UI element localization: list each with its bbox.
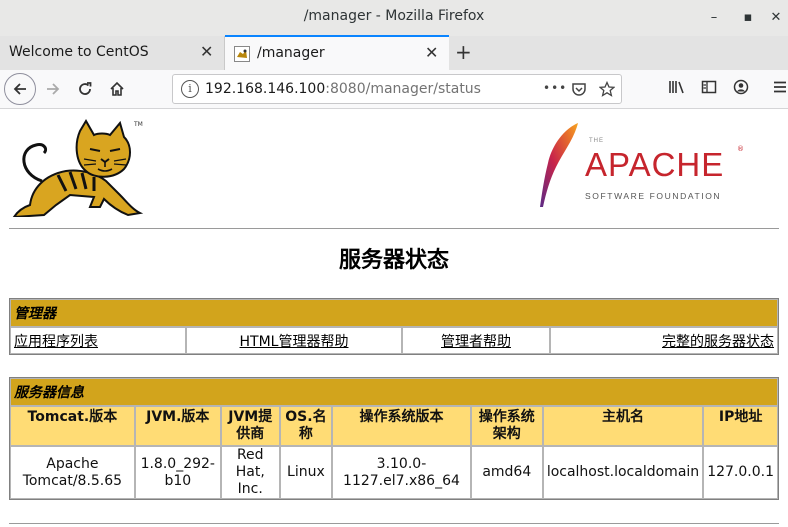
apache-logo[interactable]: THE APACHE ® SOFTWARE FOUNDATION [534,121,744,213]
window-titlebar: /manager - Mozilla Firefox – ▪ ✕ [0,0,788,37]
manager-link-cell: 应用程序列表 [10,327,186,354]
menu-icon[interactable] [772,79,788,99]
maximize-button[interactable]: ▪ [738,8,758,28]
apache-wordmark: APACHE [585,146,725,183]
table-cell: Linux [279,446,333,499]
tomcat-favicon-icon [234,46,250,66]
tab-close-icon[interactable]: ✕ [200,42,213,61]
divider [9,523,779,524]
url-host: 192.168.146.100 [205,81,326,97]
page-heading: 服务器状态 [338,248,449,273]
table-cell: Apache Tomcat/8.5.65 [10,446,135,499]
reload-button[interactable] [70,74,100,104]
site-info-icon[interactable]: i [181,80,199,98]
table-header-cell: Tomcat.版本 [10,406,135,446]
reload-icon [79,82,92,95]
account-icon[interactable] [733,79,749,99]
back-arrow-icon [13,83,26,95]
apache-the-text: THE [589,138,604,144]
manager-link-cell: 完整的服务器状态 [550,327,778,354]
server-info-section-title: 服务器信息 [10,378,778,406]
tab-label: Welcome to CentOS [9,44,149,60]
table-cell: 3.10.0-1127.el7.x86_64 [332,446,471,499]
navigation-toolbar: i 192.168.146.100:8080/manager/status ••… [0,70,788,109]
table-row: Apache Tomcat/8.5.65 1.8.0_292-b10 Red H… [10,446,778,499]
page-content: TM THE APACHE ® SOFTWARE FOUNDATION 服务器状… [0,109,788,527]
tab-bar: Welcome to CentOS ✕ /manager ✕ + [0,35,788,71]
table-cell: 1.8.0_292-b10 [134,446,221,499]
tab-close-icon[interactable]: ✕ [425,43,438,62]
new-tab-button[interactable]: + [455,40,472,64]
table-header-cell: JVM.版本 [134,406,221,446]
page-actions-icon[interactable]: ••• [543,81,567,95]
tomcat-logo[interactable]: TM [10,119,150,221]
table-header-cell: 主机名 [542,406,704,446]
complete-server-status-link[interactable]: 完整的服务器状态 [662,334,774,350]
pocket-icon[interactable] [571,79,587,101]
manager-link-cell: HTML管理器帮助 [186,327,402,354]
tab-manager[interactable]: /manager ✕ [225,35,449,70]
table-header-cell: 操作系统版本 [332,406,471,446]
forward-button[interactable] [38,74,68,104]
html-manager-help-link[interactable]: HTML管理器帮助 [240,334,349,350]
minimize-button[interactable]: – [704,8,724,28]
server-info-table: 服务器信息 Tomcat.版本 JVM.版本 JVM提供商 OS.名称 操作系统… [9,377,779,500]
bookmark-star-icon[interactable] [598,79,616,101]
library-icon[interactable] [668,79,686,99]
url-path: :8080/manager/status [325,81,481,97]
apache-feather-icon [540,123,578,207]
tab-label: /manager [257,45,325,61]
manager-help-link[interactable]: 管理者帮助 [441,334,511,350]
url-text[interactable]: 192.168.146.100:8080/manager/status [205,81,481,97]
manager-table: 管理器 应用程序列表 HTML管理器帮助 管理者帮助 完整的服务器状态 [9,298,779,355]
table-cell: amd64 [470,446,543,499]
tab-welcome-centos[interactable]: Welcome to CentOS ✕ [0,36,225,70]
home-button[interactable] [102,74,132,104]
table-cell: localhost.localdomain [542,446,704,499]
table-header-cell: 操作系统架构 [470,406,543,446]
tomcat-tm-mark: TM [134,121,143,128]
manager-link-cell: 管理者帮助 [402,327,550,354]
manager-section-title: 管理器 [10,299,778,327]
table-cell: 127.0.0.1 [703,446,778,499]
home-icon [110,81,124,96]
app-list-link[interactable]: 应用程序列表 [14,334,98,350]
back-button[interactable] [4,73,36,105]
sidebar-icon[interactable] [701,79,717,99]
table-header-cell: JVM提供商 [220,406,280,446]
table-header-cell: IP地址 [703,406,778,446]
table-cell: Red Hat, Inc. [220,446,280,499]
address-bar[interactable]: i 192.168.146.100:8080/manager/status ••… [172,74,622,104]
table-header-cell: OS.名称 [279,406,333,446]
apache-registered-mark: ® [737,145,744,153]
forward-arrow-icon [47,83,60,95]
divider [9,228,779,229]
window-title: /manager - Mozilla Firefox [303,8,485,24]
apache-subtitle: SOFTWARE FOUNDATION [585,191,722,201]
close-window-button[interactable]: ✕ [766,8,786,28]
